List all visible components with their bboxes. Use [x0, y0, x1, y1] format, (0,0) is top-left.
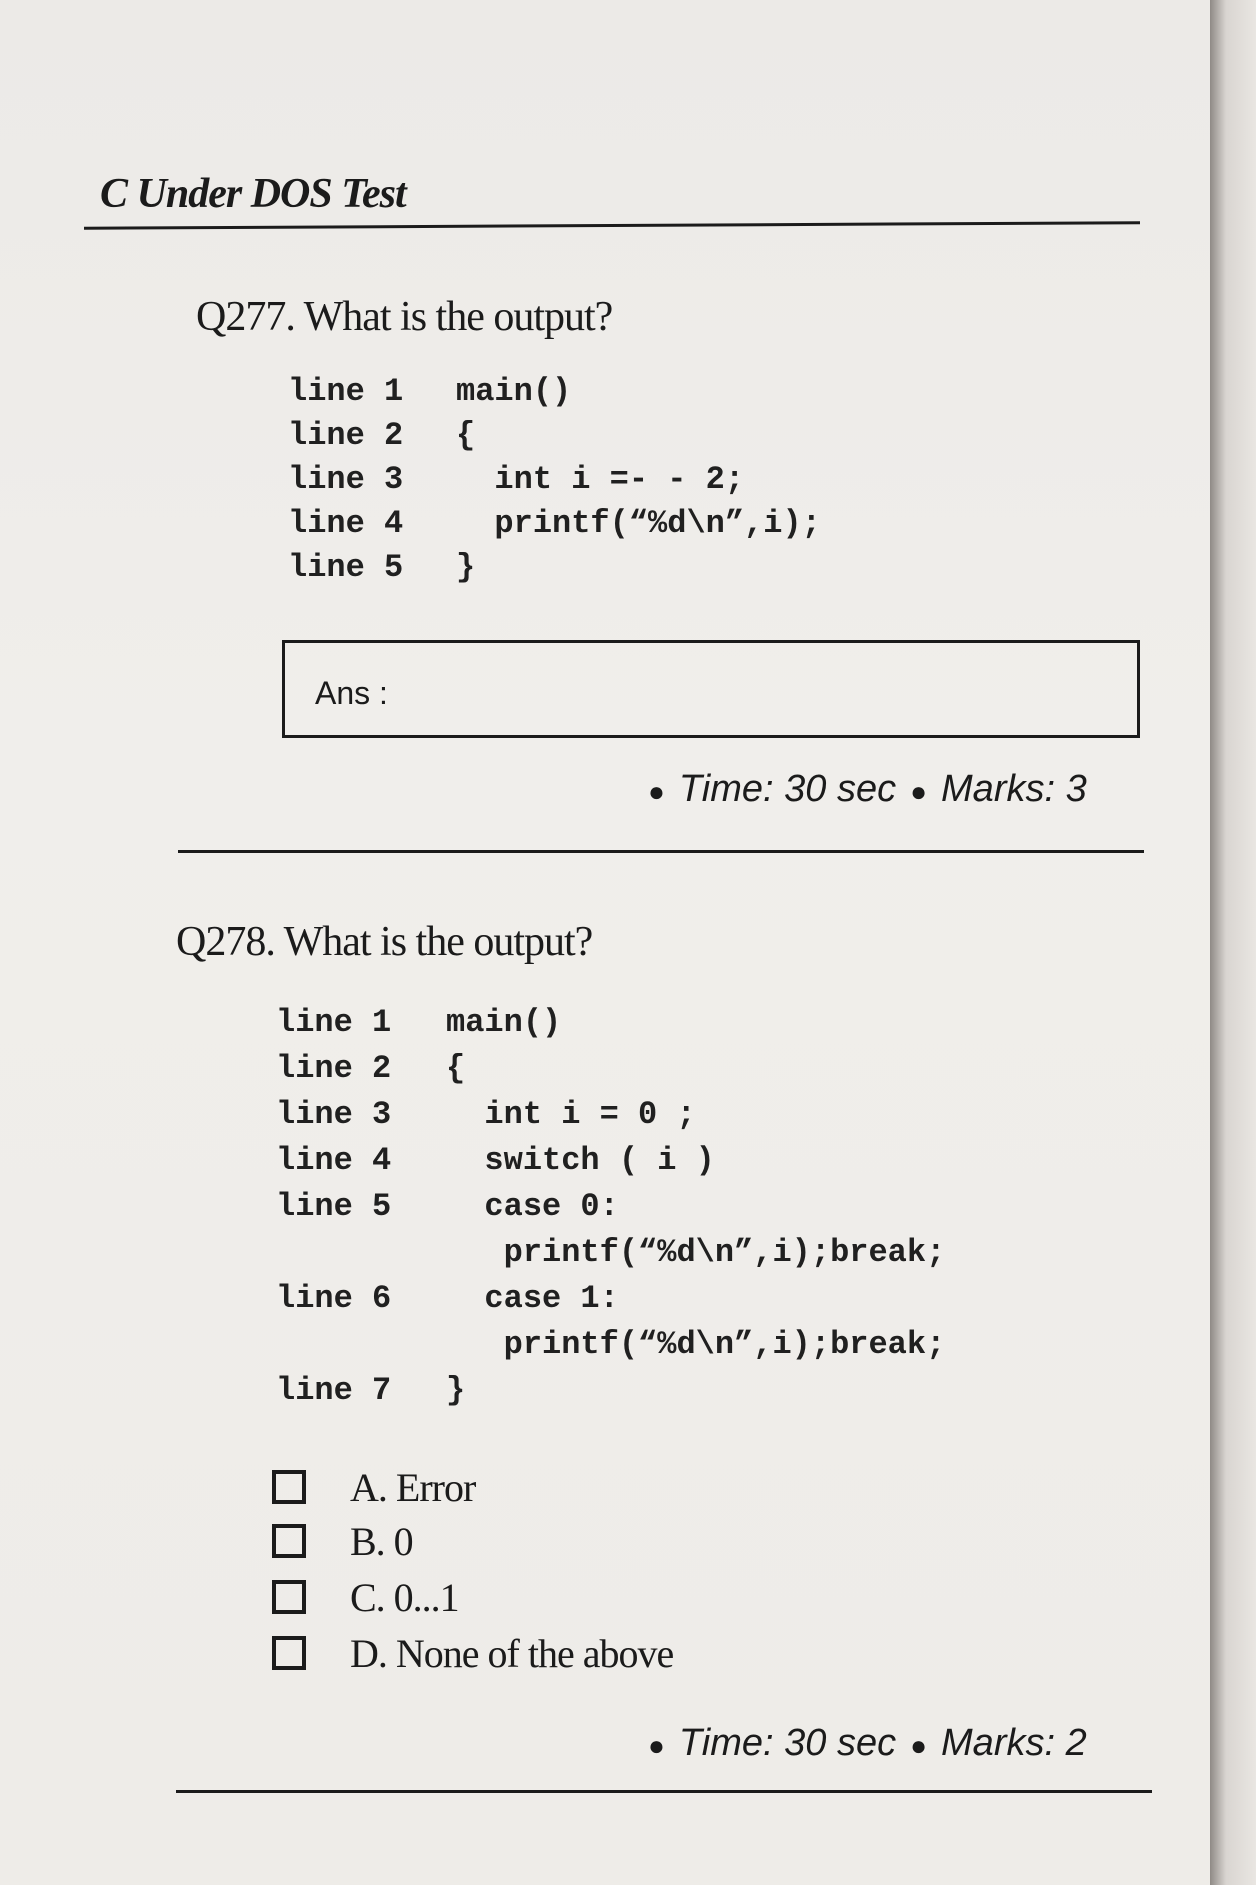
q277-marks: Marks: 3	[941, 768, 1087, 810]
q277-code-line-number: line 1	[288, 373, 404, 410]
q278-code-line-text: printf(“%d\n”,i);break;	[446, 1326, 946, 1363]
checkbox[interactable]	[272, 1524, 306, 1558]
page-header-title: C Under DOS Test	[100, 171, 407, 217]
q278-time: Time: 30 sec	[678, 1722, 897, 1764]
q277-time: Time: 30 sec	[678, 768, 897, 810]
q278-meta: ● Time: 30 sec ● Marks: 2	[648, 1722, 1087, 1765]
q278-code-line-text: printf(“%d\n”,i);break;	[446, 1234, 946, 1271]
q278-code-line-number: line 2	[276, 1050, 392, 1087]
q278-code-line-text: case 1:	[446, 1280, 619, 1317]
q277-code-line-text: main()	[456, 373, 572, 410]
q278-code-line-number: line 7	[276, 1372, 392, 1409]
header-rule	[83, 221, 1141, 230]
q277-code-line-text: {	[456, 417, 476, 454]
option-label: D. None of the above	[350, 1630, 674, 1676]
q278-code-line-number: line 5	[276, 1188, 392, 1225]
option-label: C. 0...1	[350, 1574, 460, 1620]
option-c[interactable]: C. 0...1	[272, 1572, 460, 1622]
question-278-title: Q278. What is the output?	[176, 919, 593, 965]
q277-code-line-text: int i =- - 2;	[456, 461, 745, 498]
q277-code-line-text: }	[456, 549, 476, 586]
checkbox[interactable]	[272, 1470, 306, 1504]
question-separator	[178, 850, 1144, 853]
answer-label: Ans :	[315, 675, 388, 711]
q278-code-line-text: case 0:	[446, 1188, 619, 1225]
option-b[interactable]: B. 0	[272, 1516, 414, 1566]
q277-meta: ● Time: 30 sec ● Marks: 3	[648, 768, 1087, 811]
q278-code-line-number: line 4	[276, 1142, 392, 1179]
q278-code-line-text: switch ( i )	[446, 1142, 715, 1179]
q277-code-line-number: line 3	[288, 461, 404, 498]
bullet-icon: ●	[648, 1730, 665, 1761]
q278-code-line-text: main()	[446, 1004, 562, 1041]
option-label: B. 0	[350, 1518, 414, 1564]
q277-code-line-number: line 4	[288, 505, 404, 542]
bullet-icon: ●	[648, 776, 665, 807]
q278-code-line-number: line 1	[276, 1004, 392, 1041]
question-separator	[176, 1790, 1152, 1793]
q278-marks: Marks: 2	[941, 1722, 1087, 1764]
page-edge	[1210, 0, 1256, 1885]
checkbox[interactable]	[272, 1636, 306, 1670]
option-label: A. Error	[350, 1464, 476, 1510]
option-d[interactable]: D. None of the above	[272, 1628, 674, 1678]
q277-code-line-number: line 2	[288, 417, 404, 454]
bullet-icon: ●	[910, 1730, 928, 1761]
q278-code-line-number: line 3	[276, 1096, 392, 1133]
q278-code-line-text: {	[446, 1050, 466, 1087]
answer-box[interactable]: Ans :	[282, 640, 1140, 738]
book-page: C Under DOS Test Q277. What is the outpu…	[0, 0, 1210, 1885]
q278-code-line-text: }	[446, 1372, 466, 1409]
question-277-title: Q277. What is the output?	[196, 294, 613, 340]
q277-code-line-number: line 5	[288, 549, 404, 586]
checkbox[interactable]	[272, 1580, 306, 1614]
q278-code-line-number: line 6	[276, 1280, 392, 1317]
bullet-icon: ●	[910, 776, 928, 807]
q278-code-line-text: int i = 0 ;	[446, 1096, 696, 1133]
q277-code-line-text: printf(“%d\n”,i);	[456, 505, 821, 542]
option-a[interactable]: A. Error	[272, 1462, 476, 1512]
